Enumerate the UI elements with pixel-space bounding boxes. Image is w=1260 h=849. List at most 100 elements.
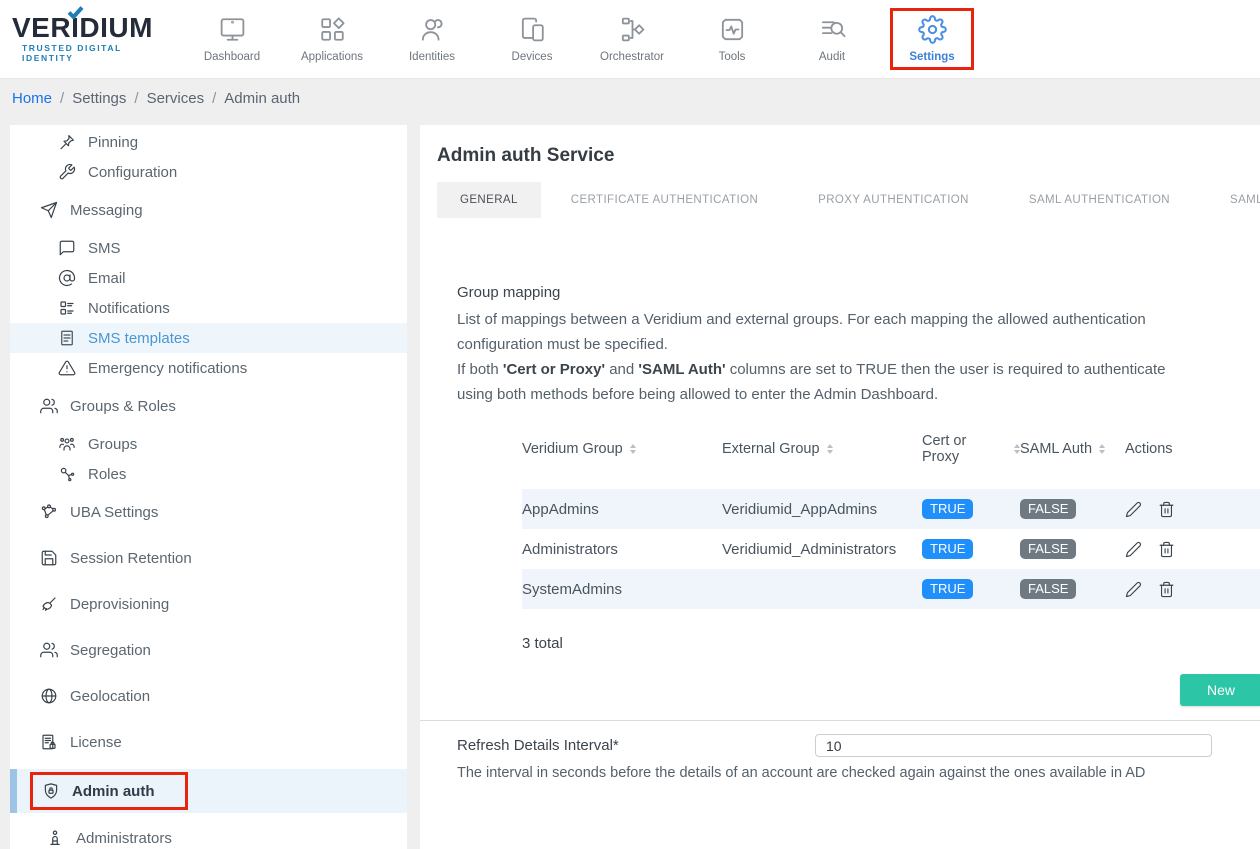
tab-bar: GENERAL CERTIFICATE AUTHENTICATION PROXY… (437, 182, 1260, 218)
settings-gear-icon (918, 15, 947, 44)
page-title: Admin auth Service (437, 145, 1260, 167)
table-total-count: 3 total (522, 635, 1260, 652)
breadcrumb-separator: / (60, 90, 64, 107)
refresh-interval-input[interactable] (815, 734, 1212, 757)
admin-auth-service-panel: Admin auth Service GENERAL CERTIFICATE A… (420, 125, 1260, 849)
sidebar-item-sms[interactable]: SMS (10, 233, 407, 263)
nav-item-settings[interactable]: Settings (882, 6, 982, 72)
refresh-interval-field-row: Refresh Details Interval* (437, 734, 1260, 757)
tab-saml-key[interactable]: SAML KEY (1230, 182, 1260, 218)
sidebar-item-notifications[interactable]: Notifications (10, 293, 407, 323)
pencil-icon (1125, 581, 1142, 598)
column-header-saml-auth[interactable]: SAML Auth (1020, 441, 1125, 457)
cell-external-group: Veridiumid_Administrators (722, 541, 922, 558)
delete-button[interactable] (1158, 501, 1175, 518)
orchestrator-icon (618, 15, 647, 44)
nav-item-devices[interactable]: Devices (482, 6, 582, 72)
new-button[interactable]: New (1180, 674, 1260, 706)
tab-proxy-authentication[interactable]: PROXY AUTHENTICATION (818, 182, 969, 218)
globe-icon (40, 687, 58, 705)
sidebar-item-geolocation[interactable]: Geolocation (10, 681, 407, 711)
document-icon (58, 329, 76, 347)
group-mapping-heading: Group mapping (457, 284, 1260, 301)
status-badge-true: TRUE (922, 499, 973, 519)
group-mapping-section: Group mapping List of mappings between a… (437, 284, 1260, 407)
admin-auth-annotation-box: Admin auth (30, 772, 188, 810)
trash-icon (1158, 541, 1175, 558)
tab-general[interactable]: GENERAL (437, 182, 541, 218)
status-badge-false: FALSE (1020, 499, 1076, 519)
breadcrumb-home[interactable]: Home (12, 90, 52, 107)
group-mapping-description: List of mappings between a Veridium and … (457, 307, 1205, 407)
sidebar-item-configuration[interactable]: Configuration (10, 157, 407, 187)
edit-button[interactable] (1125, 581, 1142, 598)
cell-cert-or-proxy: TRUE (922, 499, 1020, 519)
status-badge-false: FALSE (1020, 539, 1076, 559)
logo-text-post: DIUM (79, 15, 153, 41)
logo-check-icon (67, 6, 84, 19)
sidebar-item-admin-auth[interactable]: Admin auth (10, 769, 407, 813)
sidebar-item-license[interactable]: License (10, 727, 407, 757)
trash-icon (1158, 501, 1175, 518)
wrench-icon (58, 163, 76, 181)
at-sign-icon (58, 269, 76, 287)
network-icon (40, 503, 58, 521)
tab-certificate-authentication[interactable]: CERTIFICATE AUTHENTICATION (571, 182, 758, 218)
sidebar-item-email[interactable]: Email (10, 263, 407, 293)
sidebar-item-session-retention[interactable]: Session Retention (10, 543, 407, 573)
nav-item-applications[interactable]: Applications (282, 6, 382, 72)
cell-veridium-group: SystemAdmins (522, 581, 722, 598)
nav-item-tools[interactable]: Tools (682, 6, 782, 72)
sidebar-item-deprovisioning[interactable]: Deprovisioning (10, 589, 407, 619)
logo-wordmark: VERIDIUM (12, 15, 172, 41)
cell-actions (1125, 501, 1197, 518)
column-header-veridium-group[interactable]: Veridium Group (522, 441, 722, 457)
sidebar-item-messaging[interactable]: Messaging (10, 195, 407, 225)
nav-item-orchestrator[interactable]: Orchestrator (582, 6, 682, 72)
breadcrumb-settings[interactable]: Settings (72, 90, 126, 107)
list-icon (58, 299, 76, 317)
group-icon (58, 435, 76, 453)
users-icon (40, 641, 58, 659)
dashboard-icon (218, 15, 247, 44)
breadcrumb-separator: / (134, 90, 138, 107)
column-header-external-group[interactable]: External Group (722, 441, 922, 457)
nav-item-audit[interactable]: Audit (782, 6, 882, 72)
applications-icon (318, 15, 347, 44)
veridium-logo: VERIDIUM TRUSTED DIGITAL IDENTITY (0, 15, 172, 63)
cell-external-group: Veridiumid_AppAdmins (722, 501, 922, 518)
nav-item-identities[interactable]: Identities (382, 6, 482, 72)
refresh-interval-label: Refresh Details Interval* (457, 737, 815, 754)
sidebar-item-emergency-notifications[interactable]: Emergency notifications (10, 353, 407, 383)
breadcrumb-services[interactable]: Services (147, 90, 205, 107)
users-icon (40, 397, 58, 415)
nav-item-dashboard[interactable]: Dashboard (182, 6, 282, 72)
delete-button[interactable] (1158, 581, 1175, 598)
cell-veridium-group: Administrators (522, 541, 722, 558)
column-header-actions: Actions (1125, 441, 1197, 457)
column-header-cert-or-proxy[interactable]: Cert or Proxy (922, 433, 1020, 465)
status-badge-false: FALSE (1020, 579, 1076, 599)
message-icon (58, 239, 76, 257)
sidebar-item-groups-roles[interactable]: Groups & Roles (10, 391, 407, 421)
cell-veridium-group: AppAdmins (522, 501, 722, 518)
sidebar-item-roles[interactable]: Roles (10, 459, 407, 489)
shield-lock-icon (42, 782, 60, 800)
sidebar-item-administrators[interactable]: Administrators (10, 823, 407, 849)
cell-saml-auth: FALSE (1020, 539, 1125, 559)
sort-icon (1099, 444, 1105, 454)
cell-cert-or-proxy: TRUE (922, 579, 1020, 599)
refresh-interval-help-text: The interval in seconds before the detai… (437, 765, 1260, 781)
tab-saml-authentication[interactable]: SAML AUTHENTICATION (1029, 182, 1170, 218)
sidebar-item-pinning[interactable]: Pinning (10, 127, 407, 157)
devices-icon (518, 15, 547, 44)
sidebar-item-groups[interactable]: Groups (10, 429, 407, 459)
breadcrumb-separator: / (212, 90, 216, 107)
edit-button[interactable] (1125, 541, 1142, 558)
sidebar-item-sms-templates[interactable]: SMS templates (10, 323, 407, 353)
sidebar-item-segregation[interactable]: Segregation (10, 635, 407, 665)
edit-button[interactable] (1125, 501, 1142, 518)
top-bar: VERIDIUM TRUSTED DIGITAL IDENTITY Dashbo… (0, 0, 1260, 78)
delete-button[interactable] (1158, 541, 1175, 558)
sidebar-item-uba-settings[interactable]: UBA Settings (10, 497, 407, 527)
